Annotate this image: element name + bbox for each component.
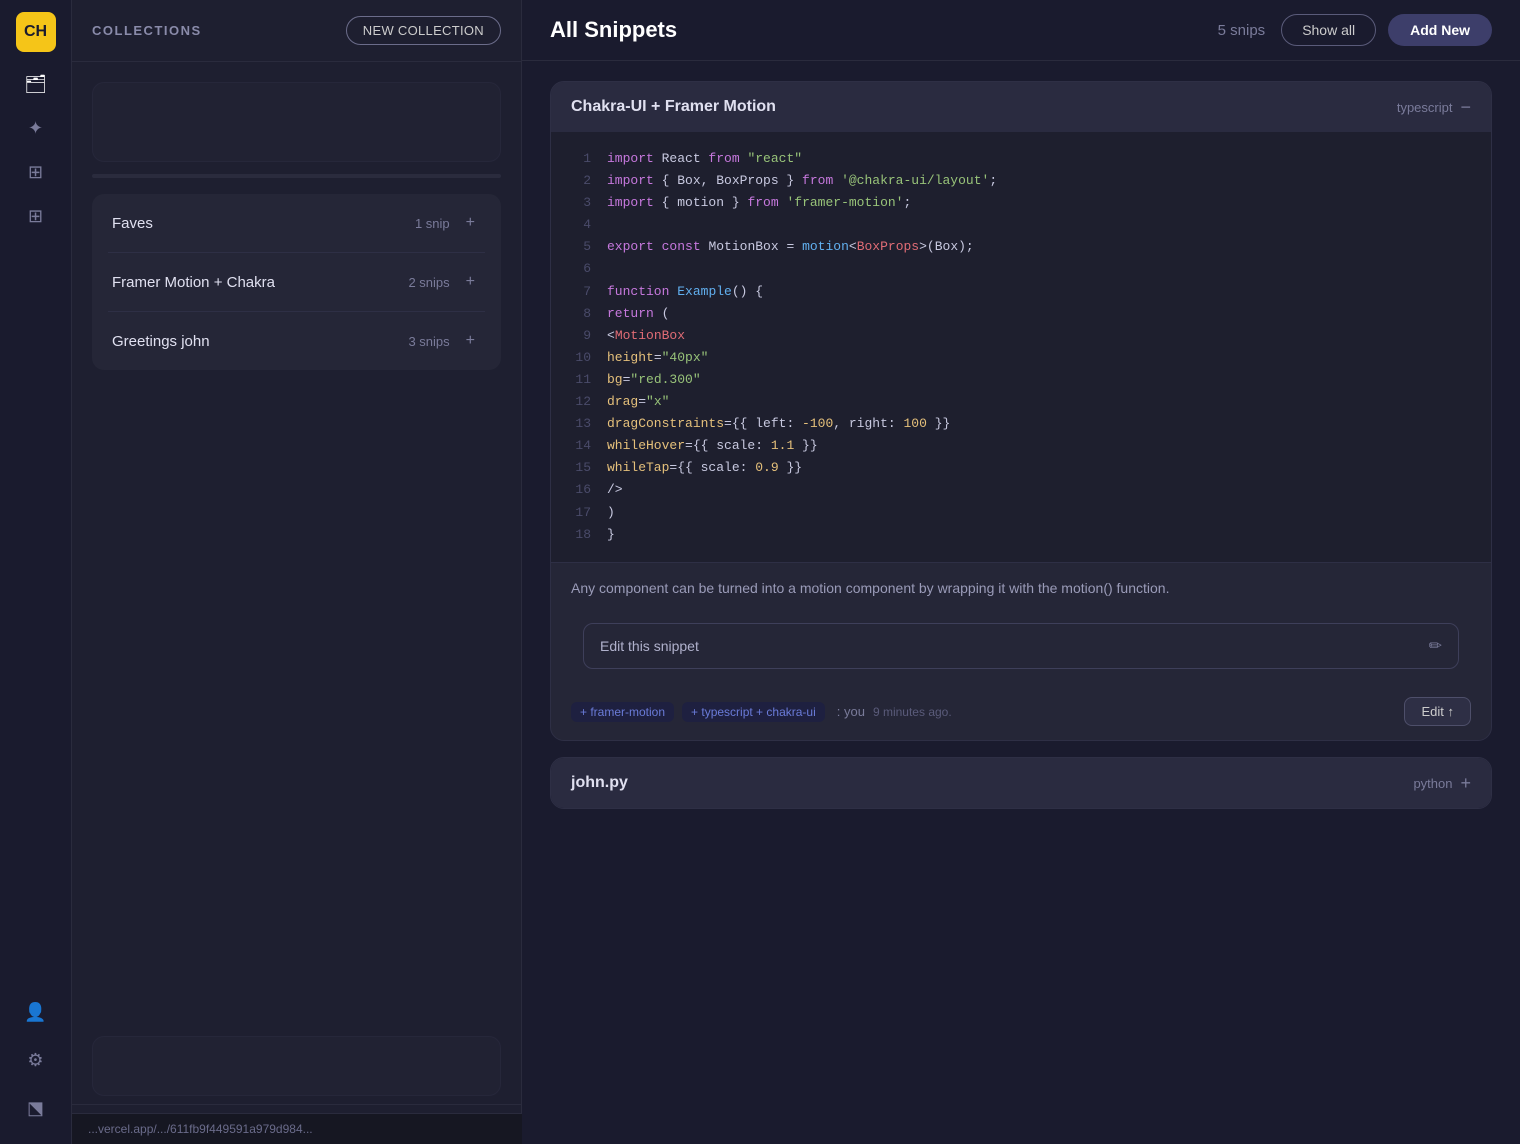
collection-card: Faves 1 snip + Framer Motion + Chakra 2 …: [92, 194, 501, 370]
snippet-title: Chakra-UI + Framer Motion: [571, 98, 776, 116]
status-bar: ...vercel.app/.../611fb9f449591a979d984.…: [72, 1113, 522, 1144]
collection-add-icon[interactable]: +: [460, 212, 481, 234]
folder-icon[interactable]: 🗂: [16, 64, 56, 104]
code-line: 3import { motion } from 'framer-motion';: [571, 192, 1471, 214]
language-label: python: [1413, 776, 1452, 791]
collection-add-icon[interactable]: +: [460, 330, 481, 352]
snippet-card-header: Chakra-UI + Framer Motion typescript −: [551, 82, 1491, 132]
snippet-title: john.py: [571, 774, 628, 792]
snippet-description: Any component can be turned into a motio…: [551, 562, 1491, 613]
code-line: 15 whileTap={{ scale: 0.9 }}: [571, 457, 1471, 479]
collection-name: Faves: [112, 215, 153, 232]
expand-button[interactable]: +: [1460, 774, 1471, 792]
tag-framer-motion[interactable]: + framer-motion: [571, 702, 674, 722]
snippet-lang: python +: [1413, 774, 1471, 792]
separator: [92, 174, 501, 178]
snippet-card-header-small: john.py python +: [551, 758, 1491, 808]
partial-card: [92, 82, 501, 162]
url-text: ...vercel.app/.../611fb9f449591a979d984.…: [88, 1122, 313, 1136]
partial-bottom-card: [92, 1036, 501, 1096]
code-block: 1import React from "react" 2import { Box…: [551, 132, 1491, 562]
edit-bar-wrapper: Edit this snippet ✏: [551, 613, 1491, 687]
add-new-button[interactable]: Add New: [1388, 14, 1492, 46]
magic-icon[interactable]: ✦: [16, 108, 56, 148]
main-content: All Snippets 5 snips Show all Add New Ch…: [522, 0, 1520, 1144]
icon-bar: CH 🗂 ✦ ⊞ ⊞ 👤 ⚙ ⬔: [0, 0, 72, 1144]
app-logo[interactable]: CH: [16, 12, 56, 52]
code-line: 13 dragConstraints={{ left: -100, right:…: [571, 413, 1471, 435]
code-line: 2import { Box, BoxProps } from '@chakra-…: [571, 170, 1471, 192]
collapse-button[interactable]: −: [1460, 98, 1471, 116]
new-collection-button[interactable]: NEW COLLECTION: [346, 16, 501, 45]
collection-count: 1 snip: [415, 216, 450, 231]
user-icon[interactable]: 👤: [16, 992, 56, 1032]
snippet-lang: typescript −: [1397, 98, 1471, 116]
pencil-icon[interactable]: ✏: [1429, 636, 1442, 656]
code-line: 9 <MotionBox: [571, 325, 1471, 347]
snippets-title: All Snippets: [550, 17, 1218, 43]
code-line: 1import React from "react": [571, 148, 1471, 170]
collection-name: Greetings john: [112, 333, 210, 350]
plus-square-icon-2[interactable]: ⊞: [16, 196, 56, 236]
code-line: 4: [571, 214, 1471, 236]
collections-panel: COLLECTIONS NEW COLLECTION Faves 1 snip …: [72, 0, 522, 1144]
snippets-header: All Snippets 5 snips Show all Add New: [522, 0, 1520, 61]
snippet-footer: + framer-motion + typescript + chakra-ui…: [551, 687, 1491, 740]
code-line: 8 return (: [571, 303, 1471, 325]
code-line: 6: [571, 258, 1471, 280]
snippet-time: 9 minutes ago.: [873, 705, 952, 719]
collection-count: 2 snips: [408, 275, 449, 290]
code-line: 17 ): [571, 502, 1471, 524]
snippet-card-john-py: john.py python +: [550, 757, 1492, 809]
edit-snippet-label: Edit this snippet: [600, 638, 699, 654]
collection-item-greetings[interactable]: Greetings john 3 snips +: [92, 312, 501, 370]
code-line: 11 bg="red.300": [571, 369, 1471, 391]
collections-list: Faves 1 snip + Framer Motion + Chakra 2 …: [72, 62, 521, 1028]
plus-square-icon[interactable]: ⊞: [16, 152, 56, 192]
snippet-author: : you: [837, 704, 865, 719]
code-line: 7function Example() {: [571, 281, 1471, 303]
gear-icon[interactable]: ⚙: [16, 1040, 56, 1080]
collection-meta: 2 snips +: [408, 271, 481, 293]
collection-meta: 1 snip +: [415, 212, 481, 234]
code-line: 5export const MotionBox = motion<BoxProp…: [571, 236, 1471, 258]
collection-meta: 3 snips +: [408, 330, 481, 352]
collection-name: Framer Motion + Chakra: [112, 274, 275, 291]
show-all-button[interactable]: Show all: [1281, 14, 1376, 46]
tag-typescript-chakra[interactable]: + typescript + chakra-ui: [682, 702, 825, 722]
collection-item-faves[interactable]: Faves 1 snip +: [92, 194, 501, 252]
collection-add-icon[interactable]: +: [460, 271, 481, 293]
edit-button[interactable]: Edit ↑: [1404, 697, 1471, 726]
language-label: typescript: [1397, 100, 1453, 115]
collections-header: COLLECTIONS NEW COLLECTION: [72, 0, 521, 62]
snippet-card-chakra: Chakra-UI + Framer Motion typescript − 1…: [550, 81, 1492, 741]
collection-item-framer[interactable]: Framer Motion + Chakra 2 snips +: [92, 253, 501, 311]
snip-count: 5 snips: [1218, 22, 1266, 39]
edit-snippet-bar[interactable]: Edit this snippet ✏: [583, 623, 1459, 669]
collection-count: 3 snips: [408, 334, 449, 349]
code-line: 16 />: [571, 479, 1471, 501]
code-line: 18}: [571, 524, 1471, 546]
code-line: 12 drag="x": [571, 391, 1471, 413]
collections-title: COLLECTIONS: [92, 23, 202, 38]
code-line: 10 height="40px": [571, 347, 1471, 369]
code-line: 14 whileHover={{ scale: 1.1 }}: [571, 435, 1471, 457]
snippets-body: Chakra-UI + Framer Motion typescript − 1…: [522, 61, 1520, 829]
sign-out-icon[interactable]: ⬔: [16, 1088, 56, 1128]
